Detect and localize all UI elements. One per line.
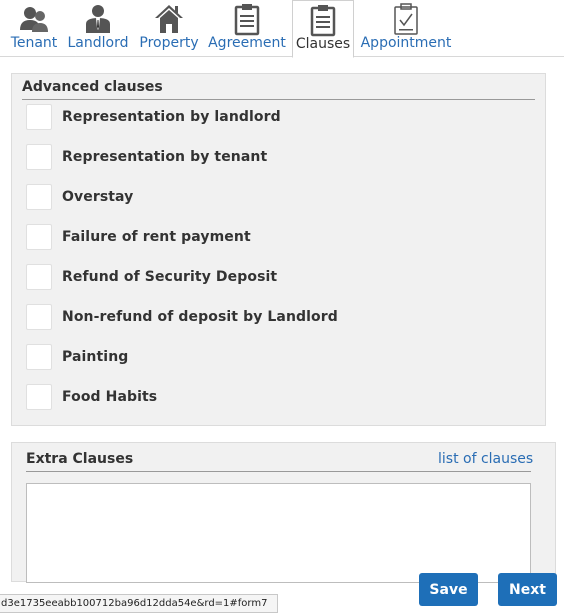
clause-row: Failure of rent payment (26, 224, 526, 250)
tab-label: Agreement (208, 35, 286, 51)
tab-agreement[interactable]: Agreement (207, 0, 287, 57)
clause-checkbox[interactable] (26, 264, 52, 290)
landlord-icon (86, 5, 110, 33)
clause-label: Representation by tenant (62, 149, 268, 165)
tab-label: Appointment (360, 35, 452, 51)
next-button[interactable]: Next (498, 573, 557, 606)
clause-checkbox[interactable] (26, 384, 52, 410)
clause-checkbox[interactable] (26, 144, 52, 170)
clause-row: Non-refund of deposit by Landlord (26, 304, 526, 330)
tab-appointment[interactable]: Appointment (359, 0, 453, 57)
tab-label: Clauses (295, 36, 351, 52)
tab-label: Tenant (10, 35, 58, 51)
clipboard-check-icon (394, 3, 418, 35)
tab-landlord[interactable]: Landlord (66, 0, 130, 57)
tab-bar: Tenant Landlord Property Agreement Claus… (0, 0, 564, 58)
tenant-icon (20, 7, 48, 32)
clause-label: Representation by landlord (62, 109, 281, 125)
house-icon (155, 5, 183, 33)
tab-label: Landlord (67, 35, 129, 51)
advanced-clauses-title: Advanced clauses (22, 79, 163, 95)
clipboard-icon (234, 4, 260, 36)
clause-label: Painting (62, 349, 129, 365)
clause-label: Failure of rent payment (62, 229, 251, 245)
clause-label: Refund of Security Deposit (62, 269, 278, 285)
tab-property[interactable]: Property (137, 0, 201, 57)
tab-clauses[interactable]: Clauses (292, 0, 354, 58)
tab-label: Property (139, 35, 199, 51)
clause-row: Refund of Security Deposit (26, 264, 526, 290)
section-divider (22, 99, 535, 100)
clause-label: Overstay (62, 189, 134, 205)
clause-checkbox[interactable] (26, 104, 52, 130)
clause-label: Non-refund of deposit by Landlord (62, 309, 338, 325)
clause-checkbox[interactable] (26, 304, 52, 330)
clipboard-icon (310, 5, 336, 37)
save-button[interactable]: Save (419, 573, 478, 606)
clause-row: Food Habits (26, 384, 526, 410)
clause-checkbox[interactable] (26, 184, 52, 210)
extra-clauses-textarea[interactable] (26, 483, 531, 583)
clause-checkbox[interactable] (26, 344, 52, 370)
status-bar-url: d3e1735eeabb100712ba96d12dda54e&rd=1#for… (0, 594, 278, 613)
clause-row: Overstay (26, 184, 526, 210)
section-divider (26, 471, 531, 472)
clause-row: Representation by landlord (26, 104, 526, 130)
clause-row: Representation by tenant (26, 144, 526, 170)
clause-checkbox[interactable] (26, 224, 52, 250)
extra-clauses-title: Extra Clauses (26, 451, 134, 467)
tab-tenant[interactable]: Tenant (8, 0, 60, 57)
clause-label: Food Habits (62, 389, 158, 405)
clause-row: Painting (26, 344, 526, 370)
list-of-clauses-link[interactable]: list of clauses (438, 451, 533, 467)
